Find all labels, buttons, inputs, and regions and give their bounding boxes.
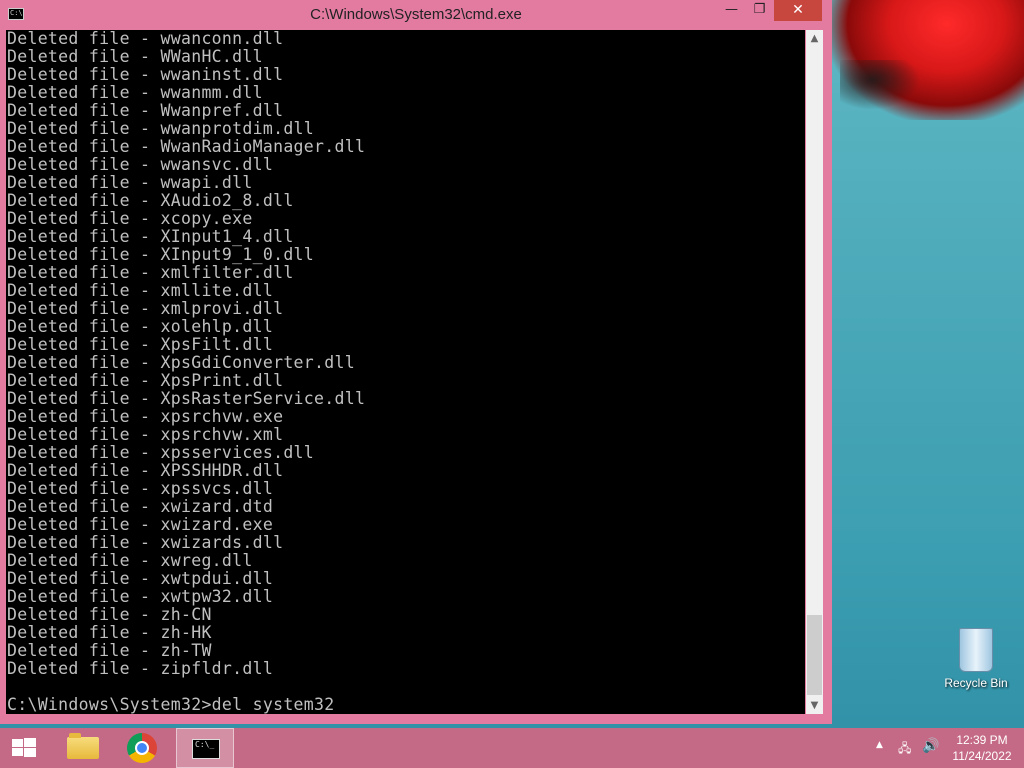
console-line: Deleted file - xpsrchvw.exe	[7, 407, 284, 426]
console-line: Deleted file - wwanprotdim.dll	[7, 119, 315, 138]
start-button[interactable]	[0, 728, 48, 768]
recycle-bin[interactable]: Recycle Bin	[940, 628, 1012, 700]
recycle-bin-label: Recycle Bin	[944, 676, 1008, 690]
console-line: Deleted file - xwizard.exe	[7, 515, 274, 534]
cmd-taskbar-button[interactable]: C:\_	[176, 728, 234, 768]
console-line: Deleted file - zh-CN	[7, 605, 212, 624]
minimize-button[interactable]: —	[718, 0, 745, 21]
clock-date: 11/24/2022	[952, 749, 1012, 763]
console-line: Deleted file - XpsPrint.dll	[7, 371, 284, 390]
console-line: Deleted file - XInput9_1_0.dll	[7, 245, 315, 264]
scroll-thumb[interactable]	[807, 615, 822, 695]
chrome-button[interactable]	[114, 728, 172, 768]
scroll-up-arrow-icon[interactable]: ▲	[806, 30, 823, 47]
console-line: Deleted file - xpssvcs.dll	[7, 479, 274, 498]
console-line: Deleted file - wwanmm.dll	[7, 83, 263, 102]
console-line: Deleted file - wwansvc.dll	[7, 155, 274, 174]
recycle-bin-icon	[959, 628, 993, 672]
console-line: Deleted file - XInput1_4.dll	[7, 227, 294, 246]
wallpaper-flower-shadow	[840, 60, 920, 110]
file-explorer-button[interactable]	[54, 728, 112, 768]
console-line: Deleted file - xmlprovi.dll	[7, 299, 284, 318]
console-line: Deleted file - XpsRasterService.dll	[7, 389, 366, 408]
console-line: Deleted file - xwizard.dtd	[7, 497, 274, 516]
console-line: Deleted file - xpsservices.dll	[7, 443, 315, 462]
folder-icon	[67, 733, 99, 759]
windows-logo-icon	[12, 738, 36, 758]
title-bar[interactable]: C:\ C:\Windows\System32\cmd.exe — ❐ ✕	[0, 0, 832, 30]
console-line: Deleted file - xwtpw32.dll	[7, 587, 274, 606]
console-line: Deleted file - XpsFilt.dll	[7, 335, 274, 354]
console-line: Deleted file - zh-HK	[7, 623, 212, 642]
taskbar: C:\_ ▲ 🖧 🔊 12:39 PM 11/24/2022	[0, 728, 1024, 768]
scroll-down-arrow-icon[interactable]: ▼	[806, 697, 823, 714]
cmd-icon: C:\_	[192, 739, 220, 759]
console-line: Deleted file - WWanHC.dll	[7, 47, 263, 66]
console-line: Deleted file - wwaninst.dll	[7, 65, 284, 84]
console-line: Deleted file - xolehlp.dll	[7, 317, 274, 336]
console-line: Deleted file - XPSSHHDR.dll	[7, 461, 284, 480]
close-button[interactable]: ✕	[774, 0, 822, 21]
console-line: Deleted file - xcopy.exe	[7, 209, 253, 228]
console-line: Deleted file - xwreg.dll	[7, 551, 253, 570]
console-line: Deleted file - wwapi.dll	[7, 173, 253, 192]
console-line: Deleted file - xmllite.dll	[7, 281, 274, 300]
command-prompt[interactable]: C:\Windows\System32>del system32	[7, 696, 334, 714]
console-output[interactable]: Deleted file - wwanconn.dll Deleted file …	[6, 30, 805, 714]
console-line: Deleted file - Wwanpref.dll	[7, 101, 284, 120]
console-line: Deleted file - zh-TW	[7, 641, 212, 660]
system-clock[interactable]: 12:39 PM 11/24/2022	[944, 732, 1020, 764]
console-line: Deleted file - WwanRadioManager.dll	[7, 137, 366, 156]
show-hidden-icons-icon[interactable]: ▲	[876, 740, 883, 750]
cmd-window: C:\ C:\Windows\System32\cmd.exe — ❐ ✕ De…	[0, 0, 832, 724]
console-line: Deleted file - wwanconn.dll	[7, 30, 284, 48]
console-lines: Deleted file - wwanconn.dll Deleted file …	[7, 30, 365, 678]
chrome-icon	[127, 733, 157, 763]
restore-button[interactable]: ❐	[746, 0, 773, 21]
console-line: Deleted file - xpsrchvw.xml	[7, 425, 284, 444]
console-line: Deleted file - zipfldr.dll	[7, 659, 274, 678]
clock-time: 12:39 PM	[956, 733, 1008, 747]
console-line: Deleted file - xwtpdui.dll	[7, 569, 274, 588]
vertical-scrollbar[interactable]: ▲ ▼	[806, 30, 823, 714]
console-line: Deleted file - xmlfilter.dll	[7, 263, 294, 282]
console-line: Deleted file - XAudio2_8.dll	[7, 191, 294, 210]
network-icon[interactable]: 🖧	[898, 739, 914, 755]
volume-icon[interactable]: 🔊	[922, 738, 939, 754]
console-line: Deleted file - xwizards.dll	[7, 533, 284, 552]
console-line: Deleted file - XpsGdiConverter.dll	[7, 353, 355, 372]
window-title: C:\Windows\System32\cmd.exe	[310, 6, 522, 23]
